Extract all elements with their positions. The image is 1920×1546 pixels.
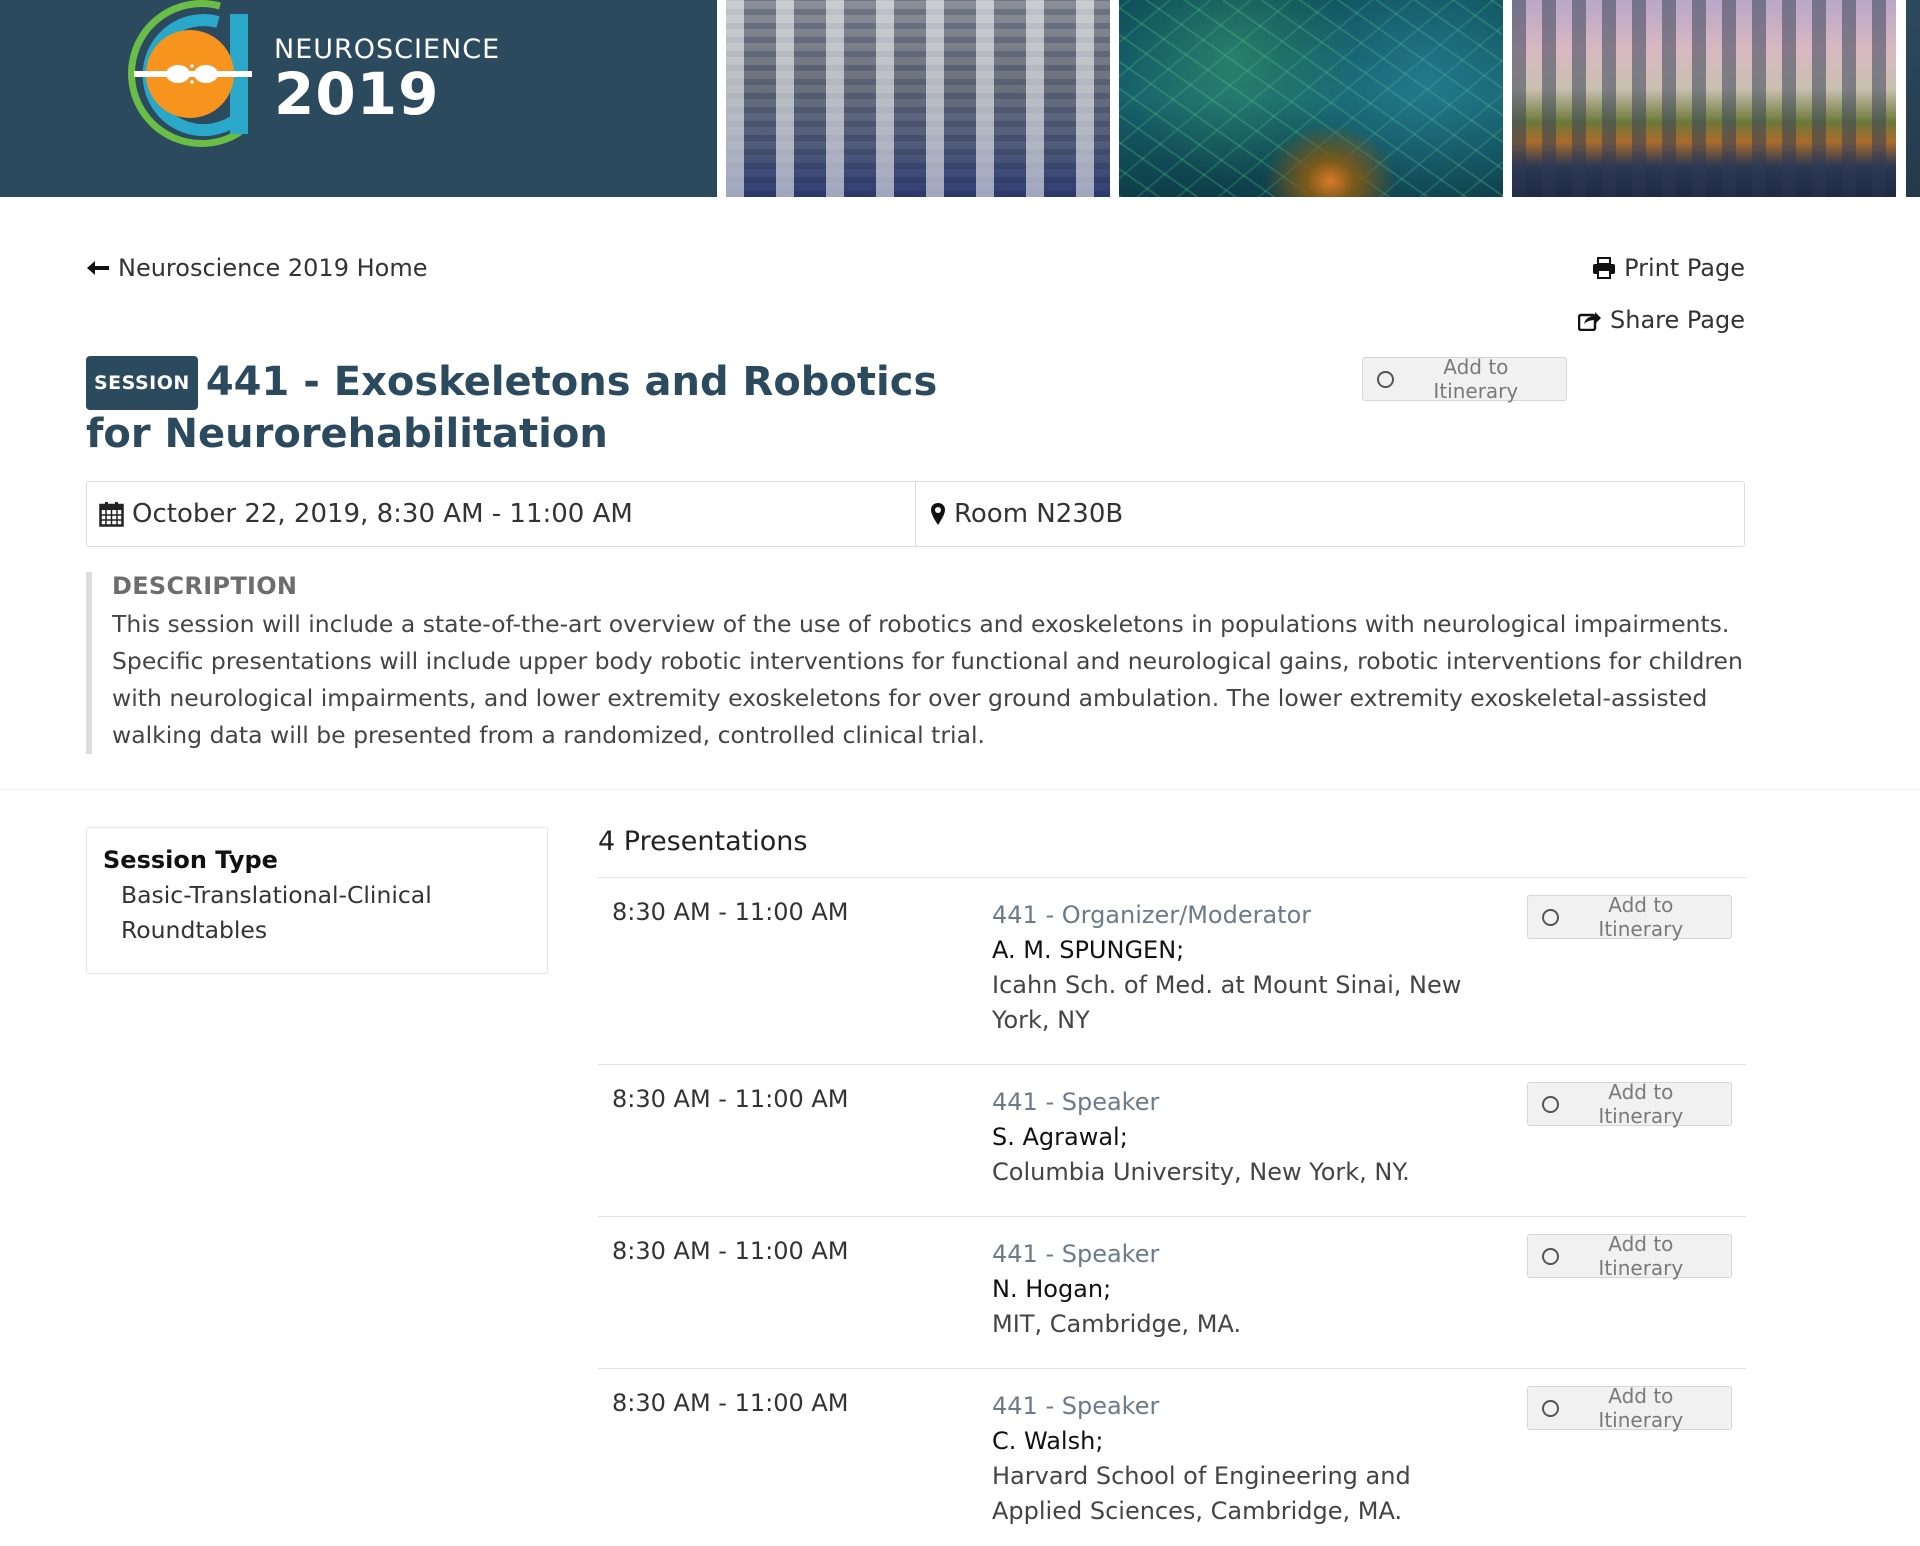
description-heading: DESCRIPTION bbox=[112, 572, 298, 600]
home-link[interactable]: Neuroscience 2019 Home bbox=[86, 254, 427, 282]
presentations-count: 4 Presentations bbox=[598, 826, 808, 857]
section-divider bbox=[0, 789, 1920, 790]
home-link-label: Neuroscience 2019 Home bbox=[118, 254, 428, 282]
presentation-role-link[interactable]: 441 - Organizer/Moderator bbox=[992, 898, 1502, 933]
presentation-row: 8:30 AM - 11:00 AM 441 - Speaker S. Agra… bbox=[598, 1065, 1746, 1217]
add-to-itinerary-button[interactable]: Add to Itinerary bbox=[1527, 893, 1732, 941]
session-title-block: SESSION 441 - Exoskeletons and Robotics f… bbox=[86, 356, 986, 459]
circle-icon bbox=[1542, 908, 1559, 926]
presentations-list: 8:30 AM - 11:00 AM 441 - Organizer/Moder… bbox=[598, 877, 1746, 1539]
presentation-info: 441 - Organizer/Moderator A. M. SPUNGEN;… bbox=[992, 898, 1502, 1038]
add-to-itinerary-label: Add to Itinerary bbox=[1433, 355, 1519, 403]
author-name: A. M. SPUNGEN bbox=[992, 936, 1177, 964]
banner-photo-edge bbox=[1906, 0, 1920, 197]
session-datetime-text: October 22, 2019, 8:30 AM - 11:00 AM bbox=[132, 499, 633, 529]
presentation-time: 8:30 AM - 11:00 AM bbox=[612, 898, 849, 926]
print-page-link[interactable]: Print Page bbox=[1592, 254, 1745, 282]
banner-photo-poster-hall bbox=[726, 0, 1110, 197]
session-type-card: Session Type Basic-Translational-Clinica… bbox=[86, 827, 548, 974]
banner-photo-neurons bbox=[1119, 0, 1503, 197]
author-name: S. Agrawal bbox=[992, 1123, 1120, 1151]
description-block: DESCRIPTION This session will include a … bbox=[86, 572, 1745, 754]
presentation-affiliation: MIT, Cambridge, MA. bbox=[992, 1310, 1242, 1338]
presentation-info: 441 - Speaker S. Agrawal; Columbia Unive… bbox=[992, 1085, 1502, 1190]
session-title-text: 441 - Exoskeletons and Robotics for Neur… bbox=[86, 359, 938, 457]
session-type-heading: Session Type bbox=[103, 846, 278, 874]
presentation-time: 8:30 AM - 11:00 AM bbox=[612, 1389, 849, 1417]
circle-icon bbox=[1542, 1095, 1559, 1113]
calendar-icon bbox=[99, 502, 124, 527]
circle-icon bbox=[1542, 1399, 1559, 1417]
presentation-author: C. Walsh; bbox=[992, 1427, 1104, 1455]
session-info-bar: October 22, 2019, 8:30 AM - 11:00 AM Roo… bbox=[86, 481, 1745, 547]
session-room: Room N230B bbox=[916, 482, 1744, 546]
banner-photo-city-skyline bbox=[1512, 0, 1896, 197]
add-to-itinerary-button[interactable]: Add to Itinerary bbox=[1527, 1080, 1732, 1128]
add-to-itinerary-button[interactable]: Add to Itinerary bbox=[1362, 355, 1567, 403]
add-to-itinerary-label: Add to Itinerary bbox=[1598, 1232, 1684, 1280]
page-title: SESSION 441 - Exoskeletons and Robotics f… bbox=[86, 356, 986, 459]
presentation-affiliation: Harvard School of Engineering and Applie… bbox=[992, 1462, 1411, 1525]
session-datetime: October 22, 2019, 8:30 AM - 11:00 AM bbox=[87, 482, 916, 546]
presentation-row: 8:30 AM - 11:00 AM 441 - Speaker C. Wals… bbox=[598, 1369, 1746, 1539]
circle-icon bbox=[1542, 1247, 1559, 1265]
share-page-link[interactable]: Share Page bbox=[1578, 306, 1745, 334]
session-room-text: Room N230B bbox=[954, 499, 1124, 529]
presentation-role-link[interactable]: 441 - Speaker bbox=[992, 1085, 1502, 1120]
print-page-label: Print Page bbox=[1624, 254, 1745, 282]
presentation-author: A. M. SPUNGEN; bbox=[992, 936, 1185, 964]
logo-year: 2019 bbox=[274, 60, 440, 128]
session-badge: SESSION bbox=[86, 356, 198, 410]
session-type-value: Basic-Translational-Clinical Roundtables bbox=[121, 881, 432, 944]
add-to-itinerary-label: Add to Itinerary bbox=[1598, 1384, 1684, 1432]
presentation-info: 441 - Speaker N. Hogan; MIT, Cambridge, … bbox=[992, 1237, 1502, 1342]
add-to-itinerary-label: Add to Itinerary bbox=[1598, 893, 1684, 941]
presentation-affiliation: Icahn Sch. of Med. at Mount Sinai, New Y… bbox=[992, 971, 1462, 1034]
presentation-info: 441 - Speaker C. Walsh; Harvard School o… bbox=[992, 1389, 1502, 1529]
banner: NEUROSCIENCE 2019 bbox=[0, 0, 1920, 197]
author-name: C. Walsh bbox=[992, 1427, 1096, 1455]
author-name: N. Hogan bbox=[992, 1275, 1104, 1303]
neuroscience-logo-icon bbox=[128, 0, 252, 148]
arrow-left-icon bbox=[87, 261, 109, 275]
add-to-itinerary-label: Add to Itinerary bbox=[1598, 1080, 1684, 1128]
printer-icon bbox=[1593, 257, 1616, 279]
presentation-role-link[interactable]: 441 - Speaker bbox=[992, 1237, 1502, 1272]
circle-icon bbox=[1377, 370, 1394, 388]
description-text: This session will include a state-of-the… bbox=[112, 610, 1743, 749]
share-page-label: Share Page bbox=[1610, 306, 1745, 334]
add-to-itinerary-button[interactable]: Add to Itinerary bbox=[1527, 1232, 1732, 1280]
banner-logo-area: NEUROSCIENCE 2019 bbox=[0, 0, 717, 197]
add-to-itinerary-button[interactable]: Add to Itinerary bbox=[1527, 1384, 1732, 1432]
presentation-time: 8:30 AM - 11:00 AM bbox=[612, 1085, 849, 1113]
presentation-row: 8:30 AM - 11:00 AM 441 - Organizer/Moder… bbox=[598, 878, 1746, 1065]
presentation-author: S. Agrawal; bbox=[992, 1123, 1128, 1151]
presentation-affiliation: Columbia University, New York, NY. bbox=[992, 1158, 1410, 1186]
presentation-row: 8:30 AM - 11:00 AM 441 - Speaker N. Hoga… bbox=[598, 1217, 1746, 1369]
presentation-author: N. Hogan; bbox=[992, 1275, 1112, 1303]
presentation-role-link[interactable]: 441 - Speaker bbox=[992, 1389, 1502, 1424]
map-marker-icon bbox=[931, 503, 945, 525]
presentation-time: 8:30 AM - 11:00 AM bbox=[612, 1237, 849, 1265]
share-icon bbox=[1578, 312, 1601, 331]
